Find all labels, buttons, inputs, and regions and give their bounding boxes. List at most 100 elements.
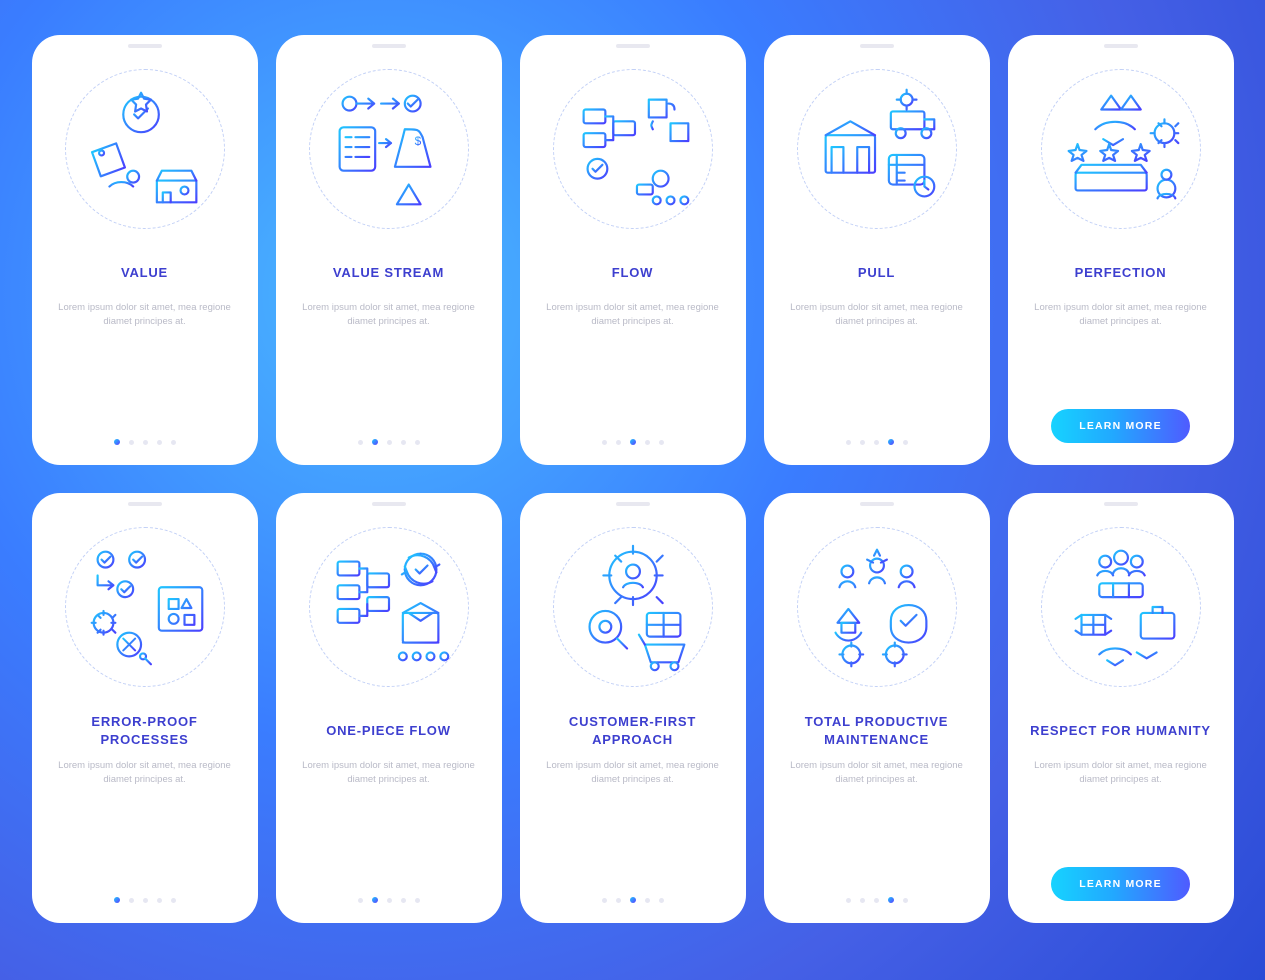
card-description: Lorem ipsum dolor sit amet, mea regione …	[534, 301, 732, 330]
phone-notch	[1104, 44, 1138, 48]
pagination-dot[interactable]	[616, 898, 621, 903]
phone-notch	[372, 502, 406, 506]
phone-notch	[860, 502, 894, 506]
card-title: RESPECT FOR HUMANITY	[1030, 713, 1211, 749]
pagination-dot[interactable]	[358, 898, 363, 903]
pagination-dot[interactable]	[129, 898, 134, 903]
card-description: Lorem ipsum dolor sit amet, mea regione …	[1022, 301, 1220, 330]
pagination-dots	[846, 439, 908, 445]
phone-notch	[128, 44, 162, 48]
card-description: Lorem ipsum dolor sit amet, mea regione …	[46, 759, 244, 788]
pagination-dot[interactable]	[888, 897, 894, 903]
card-description: Lorem ipsum dolor sit amet, mea regione …	[778, 301, 976, 330]
pagination-dot[interactable]	[888, 439, 894, 445]
pagination-dot[interactable]	[157, 898, 162, 903]
pagination-dot[interactable]	[372, 439, 378, 445]
card-title: TOTAL PRODUCTIVE MAINTENANCE	[778, 713, 976, 749]
card-title: ONE-PIECE FLOW	[326, 713, 451, 749]
pagination-dots	[846, 897, 908, 903]
pagination-dot[interactable]	[602, 440, 607, 445]
concept-illustration: $	[309, 69, 469, 229]
pagination-dots	[602, 439, 664, 445]
pagination-dot[interactable]	[171, 440, 176, 445]
pagination-dots	[358, 439, 420, 445]
pagination-dot[interactable]	[874, 898, 879, 903]
onboarding-card: ERROR-PROOF PROCESSES Lorem ipsum dolor s…	[32, 493, 258, 923]
pagination-dot[interactable]	[874, 440, 879, 445]
pagination-dot[interactable]	[860, 898, 865, 903]
pagination-dot[interactable]	[630, 439, 636, 445]
onboarding-card: PULL Lorem ipsum dolor sit amet, mea regi…	[764, 35, 990, 465]
pagination-dots	[114, 439, 176, 445]
card-title: VALUE STREAM	[333, 255, 444, 291]
pagination-dot[interactable]	[846, 440, 851, 445]
card-title: FLOW	[612, 255, 653, 291]
onboarding-card: VALUE Lorem ipsum dolor sit amet, mea reg…	[32, 35, 258, 465]
pagination-dot[interactable]	[358, 440, 363, 445]
card-title: PULL	[858, 255, 895, 291]
pagination-dot[interactable]	[114, 439, 120, 445]
phone-notch	[1104, 502, 1138, 506]
concept-illustration	[309, 527, 469, 687]
card-description: Lorem ipsum dolor sit amet, mea regione …	[290, 759, 488, 788]
pagination-dot[interactable]	[630, 897, 636, 903]
pagination-dot[interactable]	[114, 897, 120, 903]
pagination-dots	[114, 897, 176, 903]
card-title: VALUE	[121, 255, 168, 291]
pagination-dot[interactable]	[415, 440, 420, 445]
phone-notch	[128, 502, 162, 506]
onboarding-card: ONE-PIECE FLOW Lorem ipsum dolor sit amet…	[276, 493, 502, 923]
onboarding-card: RESPECT FOR HUMANITY Lorem ipsum dolor si…	[1008, 493, 1234, 923]
pagination-dot[interactable]	[401, 898, 406, 903]
concept-illustration	[1041, 527, 1201, 687]
pagination-dot[interactable]	[903, 440, 908, 445]
concept-illustration	[65, 69, 225, 229]
onboarding-card: TOTAL PRODUCTIVE MAINTENANCE Lorem ipsum …	[764, 493, 990, 923]
pagination-dot[interactable]	[659, 440, 664, 445]
row-2: ERROR-PROOF PROCESSES Lorem ipsum dolor s…	[30, 493, 1235, 923]
pagination-dot[interactable]	[846, 898, 851, 903]
svg-text:$: $	[414, 134, 421, 148]
concept-illustration	[797, 527, 957, 687]
pagination-dot[interactable]	[387, 440, 392, 445]
pagination-dot[interactable]	[387, 898, 392, 903]
pagination-dot[interactable]	[401, 440, 406, 445]
pagination-dot[interactable]	[171, 898, 176, 903]
concept-illustration	[553, 527, 713, 687]
row-1: VALUE Lorem ipsum dolor sit amet, mea reg…	[30, 35, 1235, 465]
concept-illustration	[553, 69, 713, 229]
concept-illustration	[797, 69, 957, 229]
pagination-dot[interactable]	[143, 440, 148, 445]
pagination-dot[interactable]	[372, 897, 378, 903]
pagination-dot[interactable]	[659, 898, 664, 903]
card-description: Lorem ipsum dolor sit amet, mea regione …	[1022, 759, 1220, 788]
pagination-dot[interactable]	[903, 898, 908, 903]
learn-more-button[interactable]: LEARN MORE	[1051, 409, 1190, 443]
learn-more-button[interactable]: LEARN MORE	[1051, 867, 1190, 901]
pagination-dot[interactable]	[415, 898, 420, 903]
phone-notch	[860, 44, 894, 48]
onboarding-card: PERFECTION Lorem ipsum dolor sit amet, me…	[1008, 35, 1234, 465]
card-title: ERROR-PROOF PROCESSES	[46, 713, 244, 749]
phone-notch	[616, 502, 650, 506]
onboarding-card: CUSTOMER-FIRST APPROACH Lorem ipsum dolor…	[520, 493, 746, 923]
phone-notch	[616, 44, 650, 48]
pagination-dot[interactable]	[157, 440, 162, 445]
card-description: Lorem ipsum dolor sit amet, mea regione …	[534, 759, 732, 788]
card-description: Lorem ipsum dolor sit amet, mea regione …	[778, 759, 976, 788]
pagination-dot[interactable]	[645, 440, 650, 445]
card-description: Lorem ipsum dolor sit amet, mea regione …	[290, 301, 488, 330]
card-title: CUSTOMER-FIRST APPROACH	[534, 713, 732, 749]
card-title: PERFECTION	[1075, 255, 1167, 291]
pagination-dot[interactable]	[645, 898, 650, 903]
card-description: Lorem ipsum dolor sit amet, mea regione …	[46, 301, 244, 330]
pagination-dot[interactable]	[602, 898, 607, 903]
phone-notch	[372, 44, 406, 48]
pagination-dots	[358, 897, 420, 903]
pagination-dots	[602, 897, 664, 903]
pagination-dot[interactable]	[129, 440, 134, 445]
onboarding-card: FLOW Lorem ipsum dolor sit amet, mea regi…	[520, 35, 746, 465]
pagination-dot[interactable]	[860, 440, 865, 445]
pagination-dot[interactable]	[143, 898, 148, 903]
pagination-dot[interactable]	[616, 440, 621, 445]
